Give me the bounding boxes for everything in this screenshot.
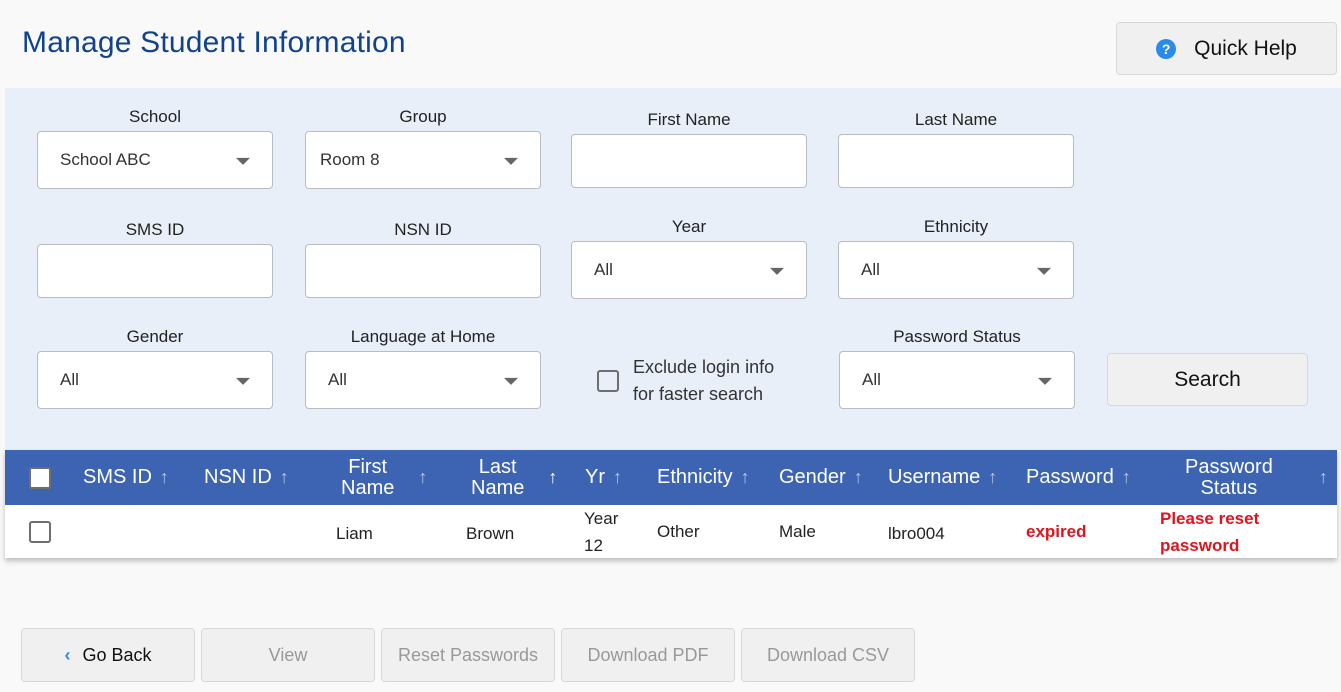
view-button[interactable]: View <box>201 628 375 682</box>
row-checkbox[interactable] <box>29 521 51 543</box>
cell-first-name: Liam <box>336 523 373 543</box>
year-label: Year <box>671 217 707 236</box>
year-value: All <box>594 260 613 279</box>
cell-username: lbro004 <box>888 523 945 543</box>
column-header-sms-id[interactable]: SMS ID ↑ <box>83 450 169 505</box>
sort-arrow-icon: ↑ <box>613 467 622 487</box>
exclude-login-label-line2: for faster search <box>633 384 764 404</box>
action-bar: ‹ Go Back View Reset Passwords Download … <box>21 628 915 682</box>
help-icon: ? <box>1156 38 1177 59</box>
last-name-input[interactable] <box>838 134 1074 188</box>
chevron-down-icon <box>236 377 250 385</box>
sort-arrow-icon: ↑ <box>740 467 750 487</box>
ethnicity-select[interactable]: All <box>838 241 1074 299</box>
password-status-select[interactable]: All <box>839 351 1075 409</box>
cell-yr: Year 12 <box>584 508 619 555</box>
password-status-label: Password Status <box>893 327 1021 346</box>
exclude-login-option[interactable]: Exclude login info for faster search <box>597 354 774 408</box>
quick-help-button[interactable]: ? Quick Help <box>1116 22 1337 75</box>
go-back-button[interactable]: ‹ Go Back <box>21 628 195 682</box>
exclude-login-label: Exclude login info for faster search <box>633 354 774 408</box>
password-status-value: All <box>862 370 881 389</box>
sort-arrow-icon: ↑ <box>1121 467 1131 487</box>
chevron-down-icon <box>1037 267 1051 275</box>
column-header-username[interactable]: Username ↑ <box>888 450 997 505</box>
language-label: Language at Home <box>350 327 496 346</box>
chevron-down-icon <box>504 157 518 165</box>
first-name-label: First Name <box>647 110 731 129</box>
password-status-field: Password Status All <box>839 326 1075 409</box>
ethnicity-field: Ethnicity All <box>838 216 1074 299</box>
column-header-nsn-id[interactable]: NSN ID ↑ <box>204 450 289 505</box>
chevron-left-icon: ‹ <box>64 644 71 665</box>
sort-arrow-icon: ↑ <box>418 467 428 487</box>
select-all-checkbox[interactable] <box>29 467 51 489</box>
language-field: Language at Home All <box>305 326 541 409</box>
cell-last-name: Brown <box>466 523 515 543</box>
gender-value: All <box>60 370 79 389</box>
ethnicity-value: All <box>861 260 880 279</box>
cell-gender: Male <box>779 521 816 541</box>
quick-help-label: Quick Help <box>1194 36 1297 60</box>
gender-label: Gender <box>126 327 184 346</box>
group-select[interactable]: Room 8 <box>305 131 541 189</box>
school-label: School <box>129 107 181 126</box>
first-name-field: First Name <box>571 109 807 188</box>
group-value: Room 8 <box>320 150 380 169</box>
exclude-login-label-line1: Exclude login info <box>633 357 775 377</box>
language-value: All <box>328 370 347 389</box>
sms-id-input[interactable] <box>37 244 273 298</box>
download-pdf-button[interactable]: Download PDF <box>561 628 735 682</box>
school-select[interactable]: School ABC <box>37 131 273 189</box>
first-name-input[interactable] <box>571 134 807 188</box>
year-field: Year All <box>571 216 807 299</box>
column-header-gender[interactable]: Gender ↑ <box>779 450 863 505</box>
sort-arrow-icon: ↑ <box>159 467 169 487</box>
chevron-down-icon <box>1038 377 1052 385</box>
column-header-last-name[interactable]: Last Name ↑ <box>471 450 557 505</box>
table-header: SMS ID ↑ NSN ID ↑ First Name ↑ Last Name… <box>5 450 1337 505</box>
sms-id-field: SMS ID <box>37 219 273 298</box>
sort-arrow-icon: ↑ <box>1318 467 1328 487</box>
download-csv-button[interactable]: Download CSV <box>741 628 915 682</box>
nsn-id-label: NSN ID <box>394 220 452 239</box>
gender-select[interactable]: All <box>37 351 273 409</box>
ethnicity-label: Ethnicity <box>923 217 989 236</box>
search-button[interactable]: Search <box>1107 353 1308 406</box>
sort-arrow-active-icon: ↑ <box>548 467 558 487</box>
filter-panel: School School ABC Group Room 8 First Nam… <box>5 88 1341 450</box>
sort-arrow-icon: ↑ <box>988 467 998 487</box>
language-select[interactable]: All <box>305 351 541 409</box>
chevron-down-icon <box>236 157 250 165</box>
group-field: Group Room 8 <box>305 106 541 189</box>
school-field: School School ABC <box>37 106 273 189</box>
cell-password-status: Please reset password <box>1160 508 1260 555</box>
go-back-label: Go Back <box>82 644 152 665</box>
last-name-label: Last Name <box>914 110 998 129</box>
chevron-down-icon <box>504 377 518 385</box>
sms-id-label: SMS ID <box>125 220 185 239</box>
nsn-id-field: NSN ID <box>305 219 541 298</box>
sort-arrow-icon: ↑ <box>279 467 289 487</box>
year-select[interactable]: All <box>571 241 807 299</box>
group-label: Group <box>399 107 447 126</box>
chevron-down-icon <box>770 267 784 275</box>
column-header-first-name[interactable]: First Name ↑ <box>341 450 427 505</box>
table-row[interactable]: Liam Brown Year 12 Other Male lbro004 ex… <box>5 505 1337 558</box>
cell-ethnicity: Other <box>657 521 700 541</box>
cell-password: expired <box>1026 521 1087 541</box>
column-header-password-status[interactable]: Password Status ↑ <box>1185 450 1328 505</box>
sort-arrow-icon: ↑ <box>853 467 863 487</box>
school-value: School ABC <box>60 150 151 169</box>
last-name-field: Last Name <box>838 109 1074 188</box>
reset-passwords-button[interactable]: Reset Passwords <box>381 628 555 682</box>
students-table: SMS ID ↑ NSN ID ↑ First Name ↑ Last Name… <box>5 450 1337 558</box>
column-header-yr[interactable]: Yr ↑ <box>585 450 622 505</box>
column-header-ethnicity[interactable]: Ethnicity ↑ <box>657 450 750 505</box>
column-header-password[interactable]: Password ↑ <box>1026 450 1131 505</box>
gender-field: Gender All <box>37 326 273 409</box>
page-title: Manage Student Information <box>22 26 406 59</box>
exclude-login-checkbox[interactable] <box>597 370 619 392</box>
nsn-id-input[interactable] <box>305 244 541 298</box>
